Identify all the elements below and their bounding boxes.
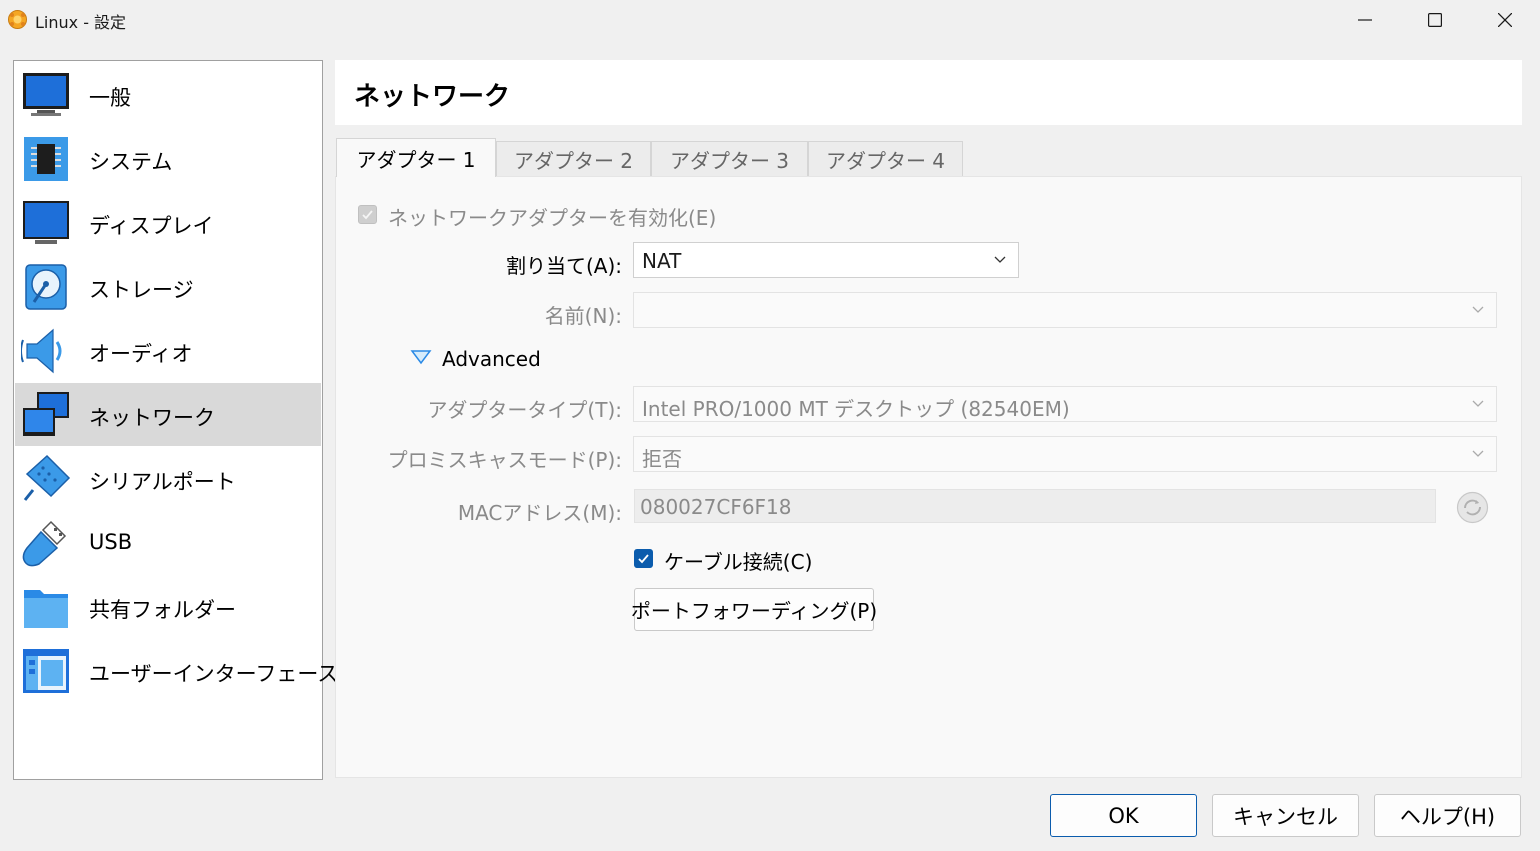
sidebar-item-network[interactable]: ネットワーク (15, 383, 321, 446)
tab-adapter-2[interactable]: アダプター 2 (496, 141, 651, 176)
chevron-down-icon (1472, 306, 1484, 313)
cable-connected-checkbox[interactable] (634, 549, 653, 568)
sidebar-item-storage[interactable]: ストレージ (15, 255, 321, 318)
panel-header: ネットワーク (335, 60, 1522, 125)
name-label: 名前(N): (544, 304, 622, 328)
adapter-type-select[interactable]: Intel PRO/1000 MT デスクトップ (82540EM) (633, 386, 1497, 422)
advanced-toggle[interactable]: Advanced (410, 346, 550, 374)
chevron-down-icon (1472, 400, 1484, 407)
promiscuous-mode-select[interactable]: 拒否 (633, 436, 1497, 472)
close-button[interactable] (1470, 0, 1540, 40)
sidebar-item-label: ネットワーク (89, 406, 215, 430)
sidebar-item-shared-folders[interactable]: 共有フォルダー (15, 575, 321, 638)
sidebar-item-label: オーディオ (89, 342, 193, 366)
sidebar-item-label: 共有フォルダー (89, 598, 236, 622)
serial-port-icon (23, 454, 71, 501)
cancel-button[interactable]: キャンセル (1212, 794, 1359, 837)
maximize-button[interactable] (1400, 0, 1470, 40)
shared-folder-icon (24, 590, 68, 628)
sidebar-item-general[interactable]: 一般 (15, 63, 321, 126)
tab-adapter-1[interactable]: アダプター 1 (336, 138, 496, 177)
sidebar-item-serial-port[interactable]: シリアルポート (15, 447, 321, 510)
enable-adapter-label: ネットワークアダプターを有効化(E) (388, 206, 717, 230)
general-monitor-icon (23, 73, 69, 116)
sidebar-item-label: 一般 (89, 86, 131, 110)
window-title: Linux - 設定 (35, 13, 127, 32)
port-forwarding-button[interactable]: ポートフォワーディング(P) (631, 588, 877, 631)
attached-to-select[interactable]: NAT (633, 242, 1019, 278)
sidebar-item-user-interface[interactable]: ユーザーインターフェース (15, 639, 338, 702)
sidebar-item-label: ディスプレイ (89, 214, 214, 238)
adapter-type-label: アダプタータイプ(T): (427, 398, 622, 422)
sidebar-item-audio[interactable]: オーディオ (15, 319, 321, 382)
usb-icon (22, 520, 67, 567)
promiscuous-mode-value: 拒否 (642, 447, 682, 471)
close-icon (1498, 13, 1512, 27)
sidebar-item-label: USB (89, 530, 133, 554)
sidebar-item-display[interactable]: ディスプレイ (15, 191, 321, 254)
sidebar-item-label: ユーザーインターフェース (89, 662, 339, 686)
attached-to-label: 割り当て(A): (505, 254, 622, 278)
enable-adapter-checkbox[interactable] (358, 205, 377, 224)
system-chip-icon (24, 137, 68, 181)
name-select[interactable] (633, 292, 1497, 328)
title-bar: Linux - 設定 (0, 0, 1540, 40)
sidebar-item-label: シリアルポート (89, 470, 236, 494)
sidebar-item-label: システム (89, 150, 173, 174)
storage-disk-icon (25, 264, 67, 310)
promiscuous-mode-label: プロミスキャスモード(P): (387, 448, 622, 472)
mac-address-field[interactable]: 080027CF6F18 (634, 489, 1436, 523)
sidebar-item-label: ストレージ (89, 278, 194, 302)
user-interface-icon (23, 649, 69, 693)
display-monitor-icon (23, 201, 69, 244)
tab-adapter-3[interactable]: アダプター 3 (651, 141, 808, 176)
cable-connected-label: ケーブル接続(C) (664, 550, 813, 574)
checkmark-icon (362, 210, 373, 220)
mac-address-value: 080027CF6F18 (640, 495, 792, 519)
audio-speaker-icon (21, 328, 62, 374)
chevron-down-icon (994, 256, 1006, 263)
settings-category-list: 一般 システム ディスプレイ ストレージ オーディオ ネットワーク シリアルポー… (13, 60, 338, 780)
minimize-icon (1358, 19, 1372, 21)
adapter-type-value: Intel PRO/1000 MT デスクトップ (82540EM) (642, 397, 1070, 421)
refresh-mac-icon[interactable] (1456, 491, 1489, 524)
page-title: ネットワーク (354, 82, 511, 112)
sidebar-item-system[interactable]: システム (15, 127, 321, 190)
network-icon (23, 392, 69, 436)
help-button[interactable]: ヘルプ(H) (1374, 794, 1521, 837)
advanced-label: Advanced (442, 347, 541, 371)
maximize-icon (1428, 13, 1442, 27)
checkmark-icon (638, 554, 649, 564)
minimize-button[interactable] (1330, 0, 1400, 40)
chevron-down-icon (1472, 450, 1484, 457)
attached-to-value: NAT (642, 249, 682, 273)
mac-address-label: MACアドレス(M): (457, 501, 622, 525)
ok-button[interactable]: OK (1050, 794, 1197, 837)
sidebar-item-usb[interactable]: USB (15, 511, 321, 574)
virtualbox-logo-icon (8, 10, 27, 29)
tab-adapter-4[interactable]: アダプター 4 (808, 141, 963, 176)
triangle-down-icon (410, 350, 432, 365)
